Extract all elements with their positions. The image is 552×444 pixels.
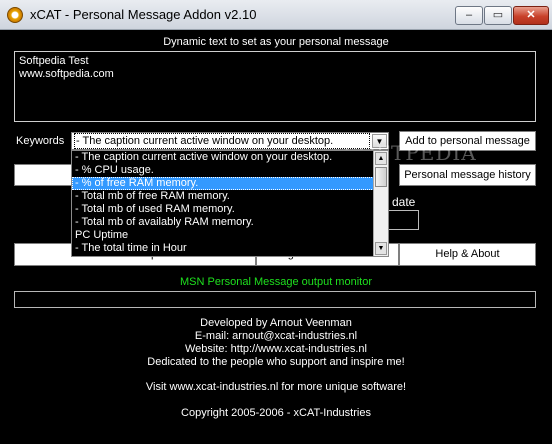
keywords-selected-value: - The caption current active window on y… xyxy=(74,133,370,149)
title-bar: xCAT - Personal Message Addon v2.10 ‒ ▭ … xyxy=(0,0,552,30)
copyright-text: Copyright 2005-2006 - xCAT-Industries xyxy=(181,407,371,419)
app-icon xyxy=(7,7,23,23)
message-heading: Dynamic text to set as your personal mes… xyxy=(163,36,389,48)
visit-text: Visit www.xcat-industries.nl for more un… xyxy=(145,381,407,393)
dropdown-option-highlighted[interactable]: - % of free RAM memory. xyxy=(72,177,388,190)
maximize-button[interactable]: ▭ xyxy=(484,6,512,25)
monitor-heading: MSN Personal Message output monitor xyxy=(180,276,372,288)
dropdown-option[interactable]: - Total mb of availably RAM memory. xyxy=(72,216,388,229)
message-line: Softpedia Test xyxy=(19,55,89,67)
keywords-dropdown-list[interactable]: - The caption current active window on y… xyxy=(71,150,389,257)
scroll-up-icon[interactable]: ▲ xyxy=(375,152,387,165)
scroll-down-icon[interactable]: ▼ xyxy=(375,242,387,255)
dropdown-option[interactable]: - % CPU usage. xyxy=(72,164,388,177)
help-about-button[interactable]: Help & About xyxy=(399,243,536,266)
dropdown-option[interactable]: - The caption current active window on y… xyxy=(72,151,388,164)
dedication-text: Dedicated to the people who support and … xyxy=(147,356,405,368)
dropdown-option[interactable]: - Total mb of used RAM memory. xyxy=(72,203,388,216)
message-line: www.softpedia.com xyxy=(19,68,114,80)
output-monitor-field xyxy=(14,291,536,308)
keywords-label: Keywords xyxy=(16,135,65,147)
personal-message-textarea[interactable]: Softpedia Test www.softpedia.com xyxy=(14,51,536,122)
minimize-button[interactable]: ‒ xyxy=(455,6,483,25)
dropdown-scrollbar[interactable]: ▲ ▼ xyxy=(373,151,388,256)
window-title: xCAT - Personal Message Addon v2.10 xyxy=(30,7,257,22)
email-text: E-mail: arnout@xcat-industries.nl xyxy=(194,330,358,342)
update-label-partial: date xyxy=(392,195,416,209)
dropdown-option[interactable]: PC Uptime xyxy=(72,229,388,242)
dropdown-option[interactable]: - The total time in Hour xyxy=(72,242,388,255)
developer-credit: Developed by Arnout Veenman xyxy=(200,317,352,329)
close-button[interactable]: ✕ xyxy=(513,6,549,25)
hidden-button-left[interactable] xyxy=(14,164,74,186)
keywords-select[interactable]: - The caption current active window on y… xyxy=(71,132,389,150)
update-interval-field[interactable] xyxy=(387,210,419,230)
website-text: Website: http://www.xcat-industries.nl xyxy=(185,343,367,355)
scrollbar-thumb[interactable] xyxy=(375,167,387,187)
dropdown-option[interactable]: - Total mb of free RAM memory. xyxy=(72,190,388,203)
personal-message-history-button[interactable]: Personal message history xyxy=(399,164,536,186)
